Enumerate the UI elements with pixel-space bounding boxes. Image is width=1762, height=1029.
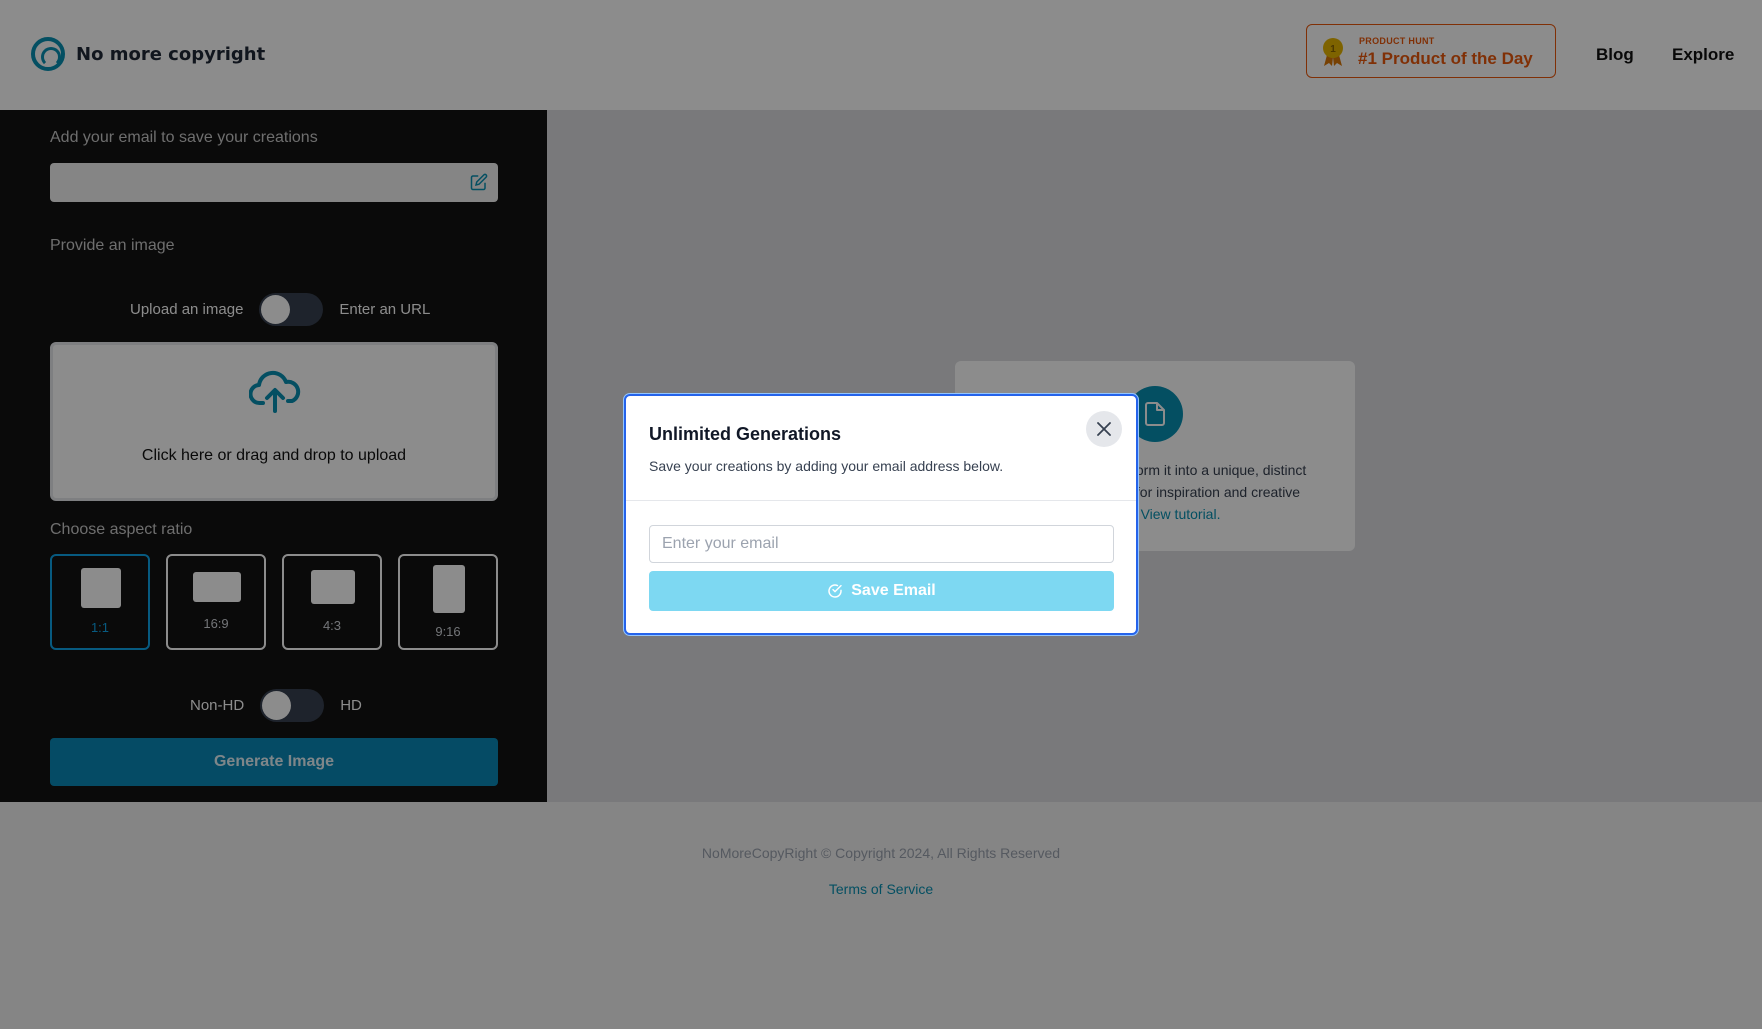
modal-divider — [626, 500, 1136, 501]
email-input[interactable] — [649, 525, 1114, 563]
modal-subtitle: Save your creations by adding your email… — [649, 458, 1004, 474]
save-email-label: Save Email — [851, 582, 936, 599]
email-modal: Unlimited Generations Save your creation… — [624, 394, 1138, 635]
save-email-button[interactable]: Save Email — [649, 571, 1114, 611]
close-button[interactable] — [1086, 411, 1122, 447]
modal-title: Unlimited Generations — [649, 424, 842, 444]
check-circle-icon — [828, 584, 842, 598]
close-icon — [1097, 422, 1111, 436]
